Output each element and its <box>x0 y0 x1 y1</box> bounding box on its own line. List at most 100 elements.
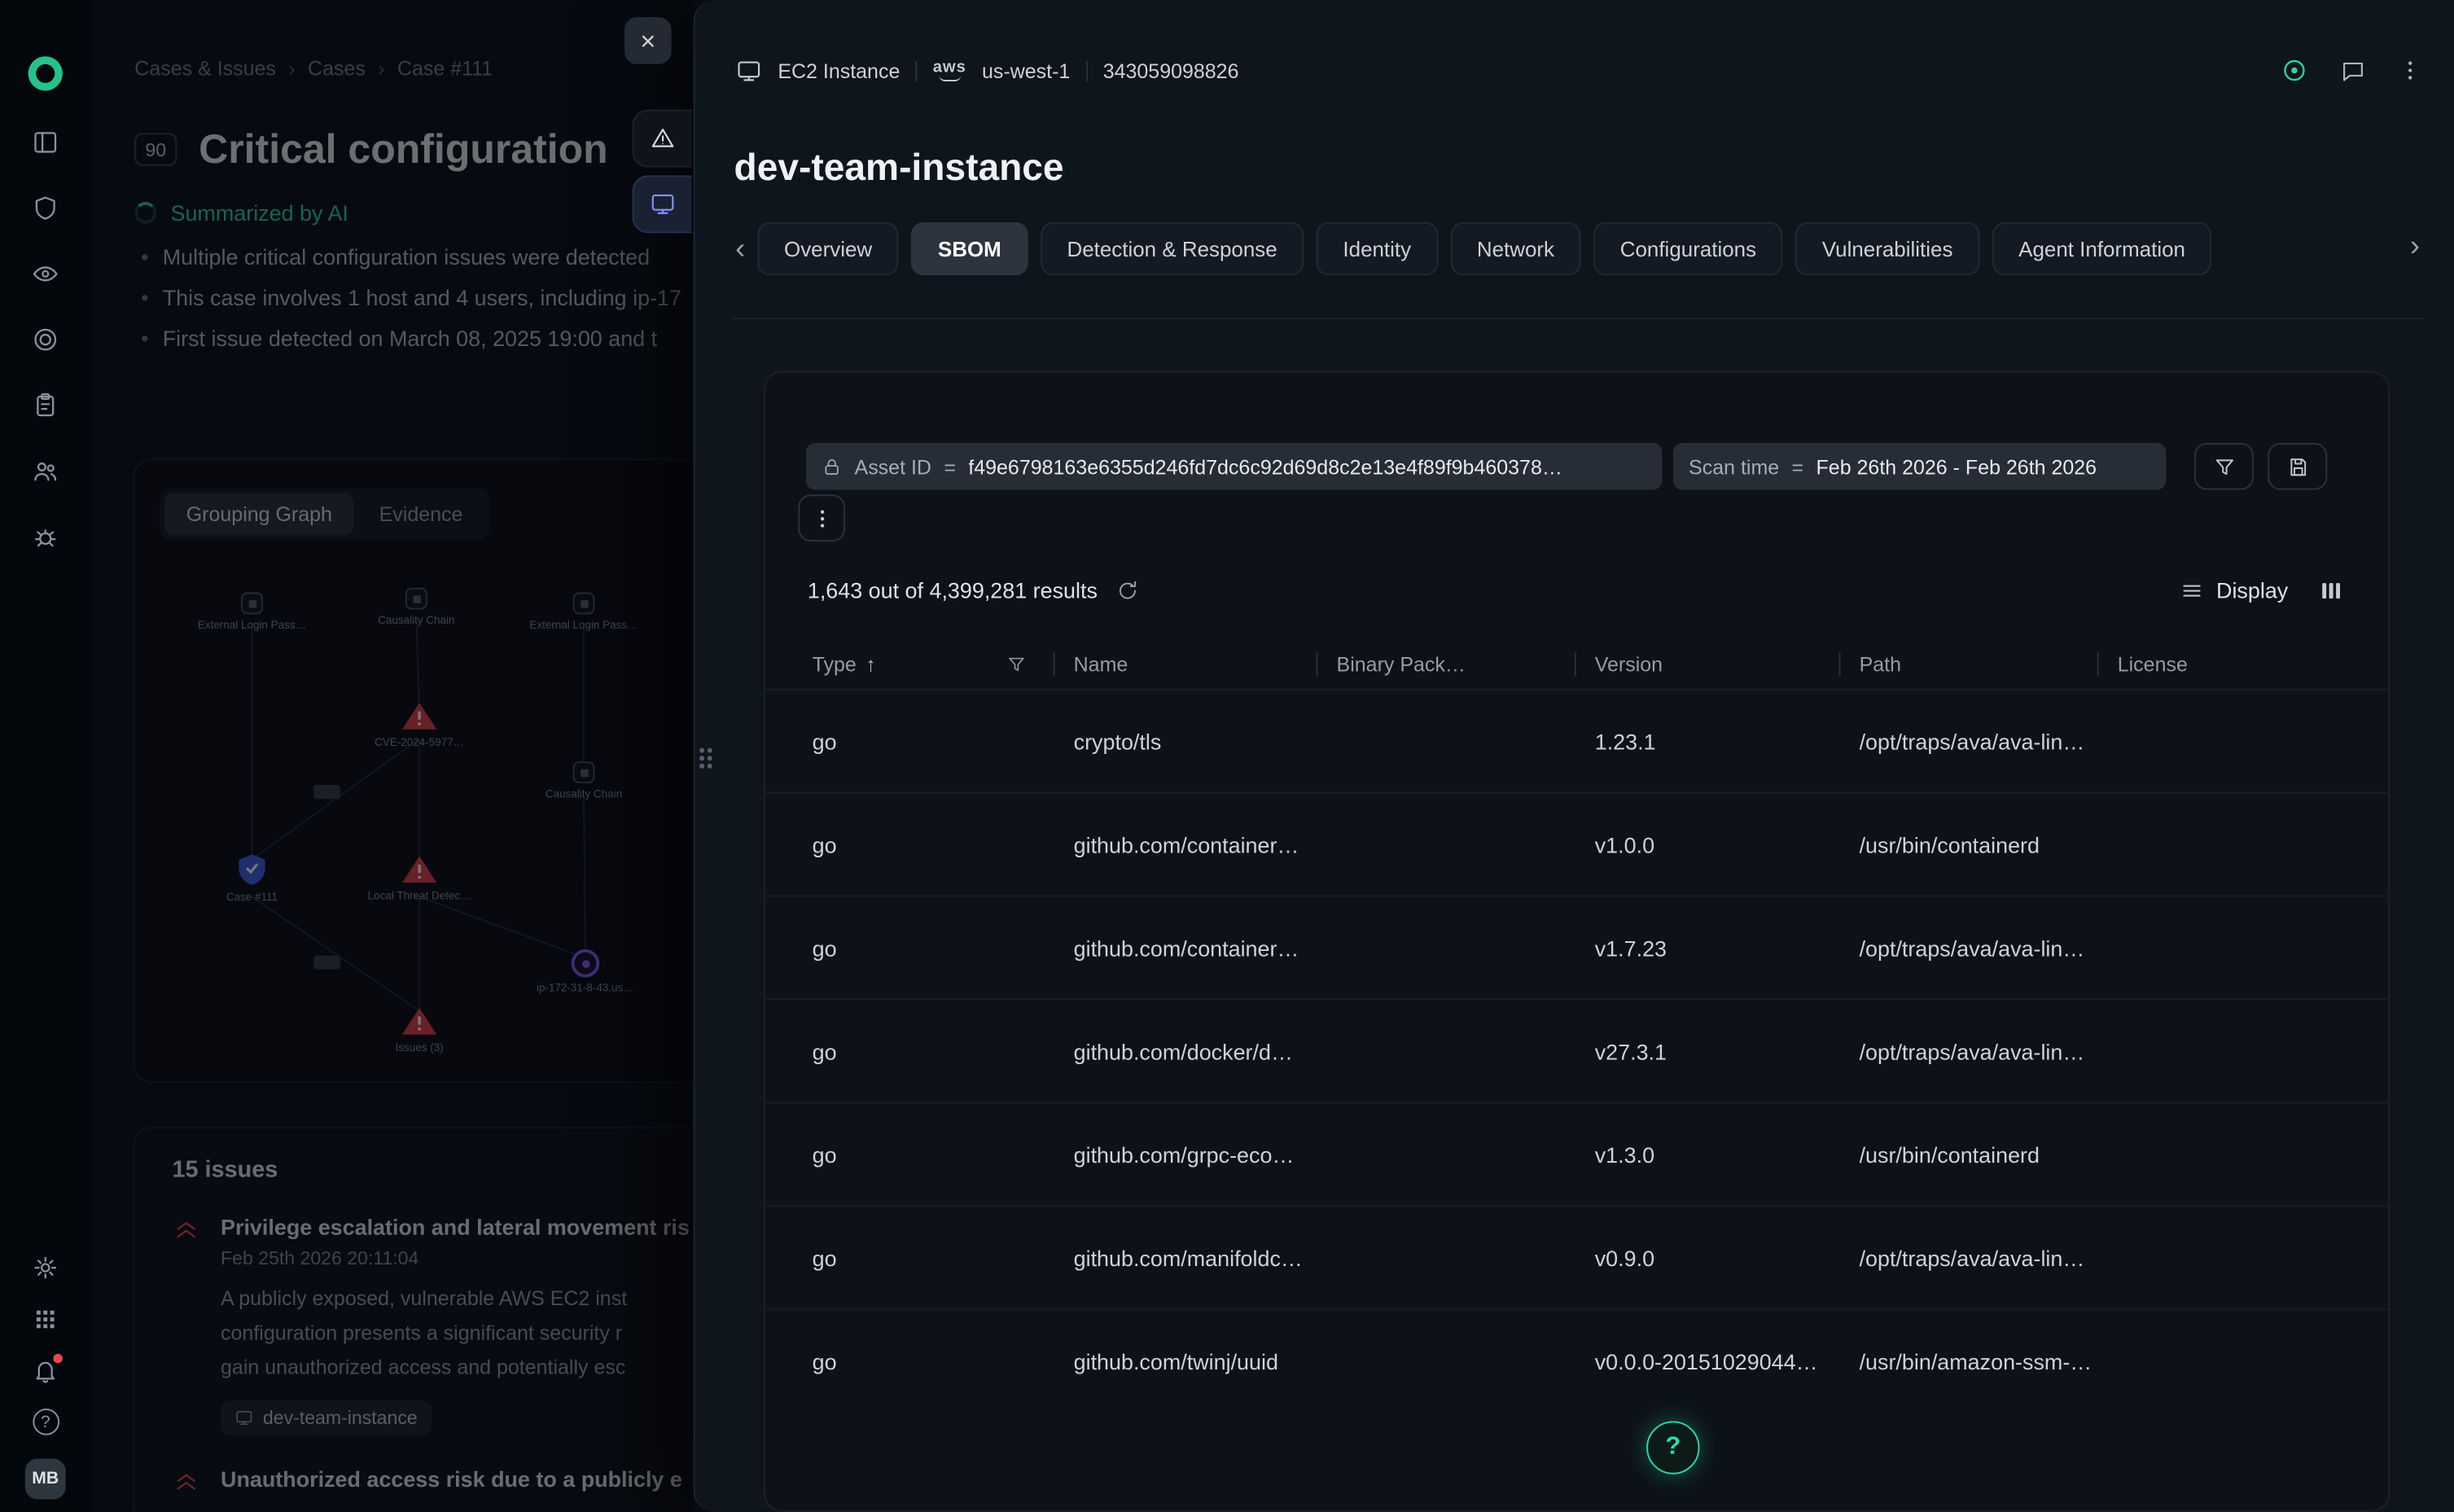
drawer-title: dev-team-instance <box>734 147 1064 191</box>
cell-version: v1.7.23 <box>1595 936 1860 961</box>
filter-label: Scan time <box>1689 454 1779 478</box>
tabs-divider <box>733 318 2423 319</box>
help-icon[interactable]: ? <box>32 1409 59 1435</box>
app-logo[interactable] <box>28 56 63 90</box>
sort-asc-icon: ↑ <box>865 652 875 676</box>
cell-version: v0.0.0-20151029044… <box>1595 1348 1860 1374</box>
col-name[interactable]: Name <box>1074 652 1337 676</box>
chat-icon[interactable] <box>2340 57 2367 84</box>
account-id: 343059098826 <box>1103 59 1239 82</box>
eye-icon[interactable] <box>31 260 59 288</box>
filter-value: Feb 26th 2026 - Feb 26th 2026 <box>1816 454 2097 478</box>
col-path[interactable]: Path <box>1860 652 2118 676</box>
refresh-icon[interactable] <box>1116 578 1140 602</box>
drawer-tabs-row: ‹ OverviewSBOMDetection & ResponseIdenti… <box>723 222 2432 275</box>
filter-label: Asset ID <box>855 454 931 478</box>
cell-type: go <box>813 1142 1074 1167</box>
filter-operator: = <box>1792 454 1804 478</box>
dashboard-icon[interactable] <box>31 129 59 157</box>
cell-path: /opt/traps/ava/ava-lin… <box>1860 1245 2118 1270</box>
drawer-backdrop[interactable] <box>90 0 693 1512</box>
drawer-close-button[interactable]: × <box>624 17 672 64</box>
threat-spider-icon[interactable] <box>31 523 59 551</box>
monitor-icon <box>650 191 677 218</box>
warning-triangle-icon <box>650 125 677 152</box>
save-view-button[interactable] <box>2268 443 2327 490</box>
cell-name: github.com/twinj/uuid <box>1074 1348 1337 1374</box>
save-icon <box>2285 454 2309 478</box>
more-filters-button[interactable] <box>798 494 845 541</box>
sidebar-footer: ? MB <box>25 1254 66 1500</box>
tab-agent-information[interactable]: Agent Information <box>1992 222 2211 275</box>
clipboard-icon[interactable] <box>31 392 59 420</box>
lock-icon <box>822 456 842 476</box>
notifications-bell-icon[interactable] <box>31 1357 59 1386</box>
cell-path: /usr/bin/containerd <box>1860 1142 2118 1167</box>
cell-name: github.com/grpc-eco… <box>1074 1142 1337 1167</box>
cell-version: v1.3.0 <box>1595 1142 1860 1167</box>
sbom-card: Asset ID = f49e6798163e6355d246fd7dc6c92… <box>764 371 2390 1512</box>
column-filter-icon[interactable] <box>1006 654 1027 674</box>
cell-path: /opt/traps/ava/ava-lin… <box>1860 936 2118 961</box>
settings-gear-icon[interactable] <box>31 1254 59 1282</box>
tabs-scroll-right[interactable]: › <box>2398 231 2432 261</box>
cell-path: /opt/traps/ava/ava-lin… <box>1860 1038 2118 1063</box>
asset-type-label: EC2 Instance <box>778 59 900 82</box>
filter-value: f49e6798163e6355d246fd7dc6c92d69d8c2e13e… <box>968 454 1562 478</box>
monitor-icon <box>735 57 762 84</box>
cell-name: crypto/tls <box>1074 729 1337 754</box>
filter-operator: = <box>944 454 956 478</box>
cell-version: 1.23.1 <box>1595 729 1860 754</box>
table-row[interactable]: gogithub.com/container…v1.0.0/usr/bin/co… <box>765 792 2388 896</box>
col-binary-package[interactable]: Binary Pack… <box>1337 652 1595 676</box>
sbom-table-header: Type ↑ Name Binary Pack… Version Path Li… <box>765 638 2388 689</box>
drawer-actions <box>2281 56 2423 85</box>
users-icon[interactable] <box>31 457 59 485</box>
tab-vulnerabilities[interactable]: Vulnerabilities <box>1795 222 1979 275</box>
table-row[interactable]: gocrypto/tls1.23.1/opt/traps/ava/ava-lin… <box>765 689 2388 792</box>
tab-sbom[interactable]: SBOM <box>911 222 1028 275</box>
cell-type: go <box>813 1038 1074 1063</box>
columns-button[interactable] <box>2315 574 2347 611</box>
apps-grid-icon[interactable] <box>31 1305 59 1334</box>
cell-type: go <box>813 1348 1074 1374</box>
alerts-side-tab[interactable] <box>633 110 692 168</box>
tab-detection-response[interactable]: Detection & Response <box>1041 222 1304 275</box>
app-root: ? MB Cases & Issues › Cases › Case #111 … <box>0 0 2454 1512</box>
cell-name: github.com/container… <box>1074 936 1337 961</box>
tab-network[interactable]: Network <box>1450 222 1581 275</box>
cell-path: /usr/bin/containerd <box>1860 832 2118 857</box>
tabs-scroll-left[interactable]: ‹ <box>723 234 757 264</box>
kebab-menu-icon[interactable] <box>2398 58 2423 83</box>
columns-icon <box>2318 577 2345 604</box>
sidebar-nav <box>31 129 59 551</box>
cell-type: go <box>813 832 1074 857</box>
table-row[interactable]: gogithub.com/grpc-eco… v1.3.0/usr/bin/con… <box>765 1102 2388 1205</box>
tab-configurations[interactable]: Configurations <box>1593 222 1783 275</box>
col-version[interactable]: Version <box>1595 652 1860 676</box>
live-radar-icon[interactable] <box>2281 56 2309 85</box>
tab-overview[interactable]: Overview <box>757 222 899 275</box>
table-row[interactable]: gogithub.com/container…v1.7.23/opt/traps… <box>765 895 2388 998</box>
cell-version: v0.9.0 <box>1595 1245 1860 1270</box>
target-icon[interactable] <box>31 326 59 354</box>
scan-time-filter-pill[interactable]: Scan time = Feb 26th 2026 - Feb 26th 202… <box>1673 443 2166 490</box>
cell-version: v1.0.0 <box>1595 832 1860 857</box>
display-button[interactable]: Display <box>2180 577 2288 603</box>
user-avatar[interactable]: MB <box>25 1458 66 1499</box>
notification-dot <box>53 1354 63 1364</box>
table-row[interactable]: gogithub.com/manifoldc…v0.9.0/opt/traps/… <box>765 1205 2388 1308</box>
close-icon: × <box>640 28 655 55</box>
drawer-grip-handle[interactable] <box>699 748 711 768</box>
table-row[interactable]: gogithub.com/docker/d…v27.3.1/opt/traps/… <box>765 998 2388 1102</box>
col-type[interactable]: Type ↑ <box>813 652 1074 676</box>
shield-icon[interactable] <box>31 194 59 222</box>
asset-id-filter-pill[interactable]: Asset ID = f49e6798163e6355d246fd7dc6c92… <box>806 443 1662 490</box>
help-button[interactable]: ? <box>1646 1421 1699 1474</box>
tab-identity[interactable]: Identity <box>1317 222 1438 275</box>
sbom-table-body: go crypto/tls 1.23.1/opt/traps/ava/ava-lin… <box>765 689 2388 1412</box>
asset-side-tab[interactable] <box>633 175 692 233</box>
table-row[interactable]: gogithub.com/twinj/uuid v0.0.0-2015102904… <box>765 1308 2388 1412</box>
col-license[interactable]: License <box>2118 652 2389 676</box>
filter-button[interactable] <box>2194 443 2254 490</box>
